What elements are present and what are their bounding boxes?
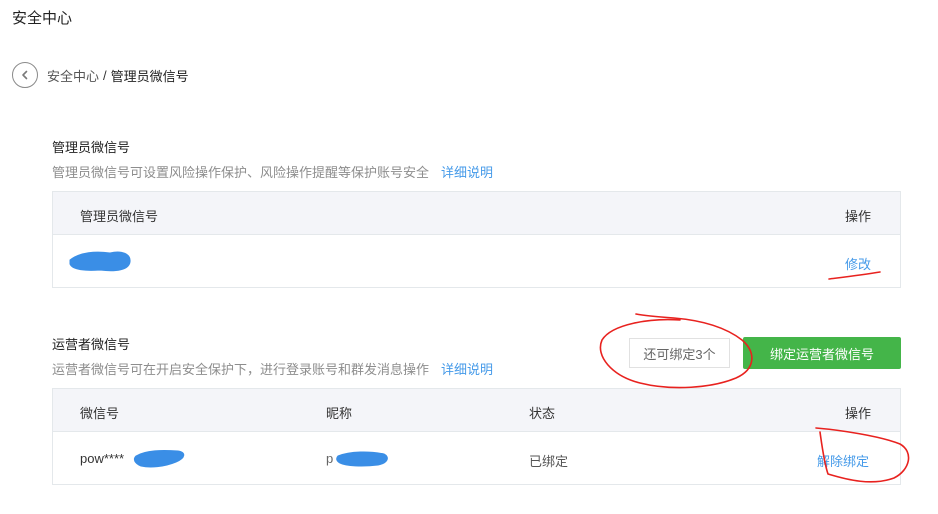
operator-col-action: 操作 [845,406,872,421]
chevron-left-circle-icon [22,70,28,80]
admin-col-action: 操作 [845,209,872,224]
breadcrumb-parent-link[interactable]: 安全中心 [47,66,99,85]
breadcrumb-current: 管理员微信号 [110,68,189,84]
breadcrumb-separator: / [103,67,107,83]
operator-status: 已绑定 [529,454,569,469]
operator-nickname: p [326,451,334,466]
operator-section: 运营者微信号 运营者微信号可在开启安全保护下，进行登录账号和群发消息操作 详细说明 [52,334,612,378]
admin-section: 管理员微信号 管理员微信号可设置风险操作保护、风险操作提醒等保护账号安全 详细说明 [52,137,901,181]
operator-col-nickname: 昵称 [326,406,353,421]
operator-wechat-id: pow**** [80,451,125,466]
admin-table: 管理员微信号 操作 修改 [52,191,901,288]
admin-description-text: 管理员微信号可设置风险操作保护、风险操作提醒等保护账号安全 [52,165,430,180]
bind-operator-button[interactable]: 绑定运营者微信号 [743,337,901,369]
operator-section-title: 运营者微信号 [52,337,131,352]
admin-section-description: 管理员微信号可设置风险操作保护、风险操作提醒等保护账号安全 详细说明 [52,162,901,181]
admin-detail-link[interactable]: 详细说明 [441,165,493,180]
operator-section-description: 运营者微信号可在开启安全保护下，进行登录账号和群发消息操作 详细说明 [52,359,612,378]
page-title: 安全中心 [12,10,73,27]
admin-table-header: 管理员微信号 操作 [53,192,900,235]
remaining-quota-badge: 还可绑定3个 [629,338,730,368]
operator-col-status: 状态 [529,406,556,421]
operator-col-wechat: 微信号 [80,406,120,421]
admin-col-wechat: 管理员微信号 [80,209,159,224]
table-row: 修改 [53,235,900,286]
table-row: pow**** p 已绑定 解除绑定 [53,432,900,483]
breadcrumb: 安全中心 / 管理员微信号 [12,61,189,89]
back-button[interactable] [12,62,38,88]
operator-description-text: 运营者微信号可在开启安全保护下，进行登录账号和群发消息操作 [52,362,430,377]
operator-table-header: 微信号 昵称 状态 操作 [53,389,900,432]
operator-detail-link[interactable]: 详细说明 [441,362,493,377]
operator-table: 微信号 昵称 状态 操作 pow**** p 已绑定 解除绑定 [52,388,901,485]
unbind-link[interactable]: 解除绑定 [817,451,869,470]
admin-section-title: 管理员微信号 [52,140,131,155]
modify-link[interactable]: 修改 [845,254,871,273]
